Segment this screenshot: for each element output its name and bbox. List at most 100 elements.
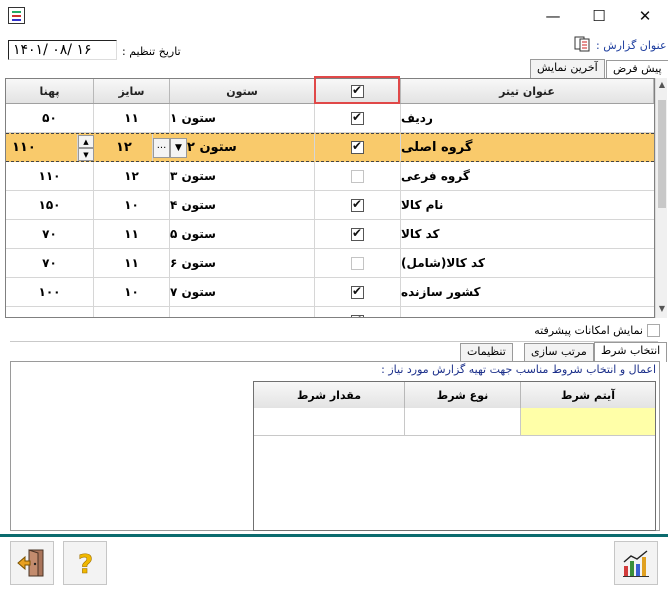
cell-title[interactable]: کد کالا(شامل): [401, 249, 654, 277]
close-button[interactable]: ✕: [622, 0, 668, 32]
table-row[interactable]: ۷۰ ۱۱ ستون ۶ کد کالا(شامل): [6, 249, 654, 278]
header-condition-type[interactable]: نوع شرط: [405, 382, 521, 408]
cell-size[interactable]: ۱۲: [94, 134, 153, 161]
exit-button[interactable]: [10, 541, 54, 585]
exit-icon: [17, 549, 44, 577]
divider: [10, 341, 658, 342]
cell-check[interactable]: [315, 104, 401, 132]
scroll-thumb[interactable]: [658, 100, 666, 208]
cell-width[interactable]: ۵۰: [6, 104, 94, 132]
cell-column[interactable]: ستون ۱: [170, 104, 315, 132]
cell-title[interactable]: کد کالا: [401, 220, 654, 248]
condition-type-cell[interactable]: [405, 408, 521, 436]
row-checkbox[interactable]: [351, 313, 364, 317]
help-button[interactable]: ?: [63, 541, 107, 585]
table-row[interactable]: ۱۰۰ ۱۰ ستون ۷ کشور سازنده: [6, 278, 654, 307]
row-checkbox[interactable]: [351, 256, 364, 270]
row-checkbox[interactable]: [351, 139, 364, 154]
cell-title[interactable]: ردیف: [401, 104, 654, 132]
cell-width[interactable]: ۱۵۰: [6, 191, 94, 219]
tab-condition[interactable]: انتخاب شرط: [594, 342, 668, 362]
cell-size[interactable]: ۱۱: [94, 104, 170, 132]
row-checkbox[interactable]: [351, 169, 364, 183]
cell-size[interactable]: ۱۲: [94, 162, 170, 190]
header-condition-item[interactable]: آیتم شرط: [521, 382, 655, 408]
cell-column[interactable]: ستون ۵: [170, 220, 315, 248]
date-label: تاریخ تنظیم :: [122, 45, 181, 58]
cell-check[interactable]: [315, 220, 401, 248]
report-icon[interactable]: [574, 36, 592, 52]
cell-size[interactable]: ۱۰: [94, 278, 170, 306]
cell-size[interactable]: ۱۰: [94, 307, 170, 317]
svg-text:?: ?: [78, 550, 93, 579]
tab-settings[interactable]: تنظیمات: [460, 343, 513, 361]
cell-width[interactable]: ۱۱۰: [6, 162, 94, 190]
columns-grid: پهنا سایز ستون عنوان تیتر ۵۰ ۱۱ ستون ۱ ر…: [5, 78, 655, 318]
app-icon[interactable]: [8, 7, 25, 24]
cell-width[interactable]: ۱۰۰: [6, 278, 94, 306]
cell-check[interactable]: [315, 307, 401, 317]
cell-title[interactable]: کشور سازنده: [401, 278, 654, 306]
cell-column[interactable]: ستون ۷: [170, 278, 315, 306]
tab-last-view[interactable]: آخرین نمایش: [530, 59, 605, 78]
header-condition-value[interactable]: مقدار شرط: [254, 382, 405, 408]
date-field[interactable]: ۱۴۰۱/ ۰۸/ ۱۶: [8, 40, 117, 60]
chart-button[interactable]: [614, 541, 658, 585]
spin-up-icon[interactable]: ▲: [78, 135, 94, 148]
cell-check[interactable]: [315, 278, 401, 306]
advanced-options[interactable]: نمایش امکانات پیشرفته: [480, 324, 660, 337]
cell-column[interactable]: ستون ۴: [170, 191, 315, 219]
cell-size[interactable]: ۱۱: [94, 220, 170, 248]
cell-title[interactable]: گروه فرعی: [401, 162, 654, 190]
row-checkbox[interactable]: [351, 226, 364, 241]
cell-column[interactable]: ستون ۶: [170, 249, 315, 277]
conditions-caption: اعمال و انتخاب شروط مناسب جهت تهیه گزارش…: [381, 363, 656, 376]
cell-width[interactable]: ۹۰: [6, 307, 94, 317]
header-title[interactable]: عنوان تیتر: [401, 79, 654, 103]
row-checkbox[interactable]: [351, 284, 364, 299]
row-checkbox[interactable]: [351, 197, 364, 212]
help-icon: ?: [78, 550, 94, 579]
condition-item-cell[interactable]: [521, 408, 655, 436]
tab-default[interactable]: پیش فرض: [606, 60, 668, 80]
cell-check[interactable]: [315, 249, 401, 277]
cell-width[interactable]: ۷۰: [6, 249, 94, 277]
row-checkbox[interactable]: [351, 110, 364, 125]
header-width[interactable]: پهنا: [6, 79, 94, 103]
table-row[interactable]: ۱۱۰ ۱۲ ستون ۳ گروه فرعی: [6, 162, 654, 191]
cell-check[interactable]: [315, 191, 401, 219]
header-size[interactable]: سایز: [94, 79, 170, 103]
vertical-scrollbar[interactable]: ▲ ▼: [655, 78, 667, 318]
cell-column[interactable]: ستون ۳: [170, 162, 315, 190]
cell-width[interactable]: ۱۱۰: [6, 134, 78, 161]
table-row-selected[interactable]: ۱۱۰ ▲ ▼ ۱۲ ··· ▼ ستون ۲ گروه اصلی: [6, 133, 654, 162]
cell-size[interactable]: ۱۰: [94, 191, 170, 219]
cell-title[interactable]: [401, 307, 654, 317]
cell-column[interactable]: [170, 307, 315, 317]
cell-check[interactable]: [315, 162, 401, 190]
advanced-checkbox[interactable]: [647, 324, 660, 337]
tab-sort[interactable]: مرتب سازی: [524, 343, 594, 361]
condition-value-cell[interactable]: [254, 408, 405, 436]
cell-column[interactable]: ستون ۲: [187, 134, 315, 161]
spin-down-icon[interactable]: ▼: [78, 148, 94, 161]
cell-title[interactable]: نام کالا: [401, 191, 654, 219]
cell-title[interactable]: گروه اصلی: [401, 134, 654, 161]
table-row[interactable]: ۷۰ ۱۱ ستون ۵ کد کالا: [6, 220, 654, 249]
cell-check[interactable]: [315, 134, 401, 161]
table-row[interactable]: ۹۰ ۱۰: [6, 307, 654, 317]
table-row[interactable]: ۱۵۰ ۱۰ ستون ۴ نام کالا: [6, 191, 654, 220]
maximize-button[interactable]: ☐: [576, 0, 622, 32]
cell-width[interactable]: ۷۰: [6, 220, 94, 248]
table-row[interactable]: ۵۰ ۱۱ ستون ۱ ردیف: [6, 104, 654, 133]
scroll-up-icon[interactable]: ▲: [657, 80, 667, 92]
title-bar: — ☐ ✕: [0, 0, 668, 32]
minimize-button[interactable]: —: [530, 0, 576, 32]
scroll-down-icon[interactable]: ▼: [657, 304, 667, 316]
header-column[interactable]: ستون: [170, 79, 315, 103]
advanced-label: نمایش امکانات پیشرفته: [534, 324, 643, 337]
cell-size[interactable]: ۱۱: [94, 249, 170, 277]
conditions-table: مقدار شرط نوع شرط آیتم شرط: [253, 381, 656, 531]
ellipsis-button[interactable]: ···: [153, 138, 170, 158]
chevron-down-icon[interactable]: ▼: [170, 138, 187, 158]
